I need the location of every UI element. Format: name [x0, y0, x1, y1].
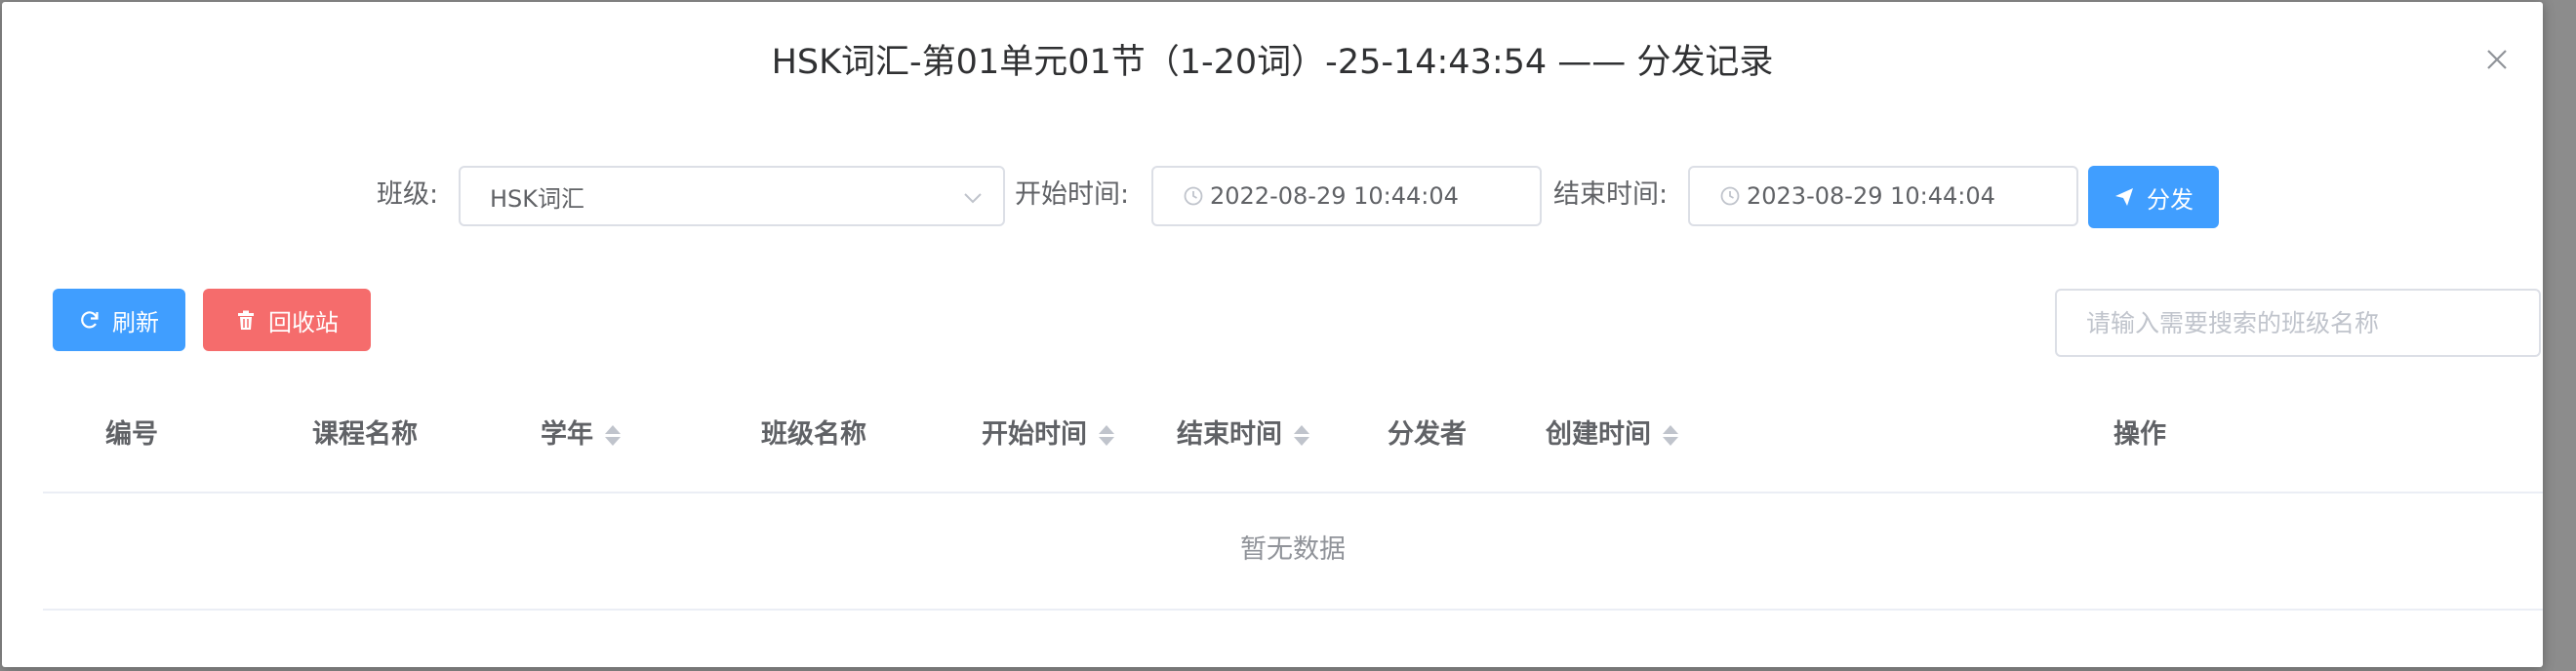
- clock-icon: [1720, 186, 1740, 206]
- refresh-button-label: 刷新: [112, 308, 159, 336]
- start-time-value: 2022-08-29 10:44:04: [1210, 182, 1459, 210]
- sort-caret-icon[interactable]: [1099, 424, 1114, 446]
- distribute-button[interactable]: 分发: [2088, 166, 2219, 228]
- class-select-value: HSK词汇: [490, 184, 585, 213]
- distribute-button-label: 分发: [2147, 185, 2194, 214]
- trash-icon: [238, 310, 254, 330]
- column-header-course-name: 课程名称: [312, 419, 418, 450]
- column-header-id: 编号: [105, 419, 158, 450]
- start-time-picker[interactable]: 2022-08-29 10:44:04: [1151, 166, 1542, 226]
- sort-caret-icon[interactable]: [1663, 424, 1678, 446]
- close-icon[interactable]: [2482, 45, 2512, 74]
- sort-caret-icon[interactable]: [605, 424, 621, 446]
- recycle-bin-button-label: 回收站: [268, 308, 339, 336]
- column-header-start-time[interactable]: 开始时间: [982, 415, 1114, 454]
- class-label: 班级:: [377, 179, 439, 210]
- empty-state-text: 暂无数据: [1240, 534, 1346, 565]
- column-header-distributor: 分发者: [1388, 419, 1467, 450]
- class-select[interactable]: HSK词汇: [459, 166, 1005, 226]
- table-header-divider: [43, 492, 2543, 493]
- distribution-dialog: HSK词汇-第01单元01节（1-20词）-25-14:43:54 —— 分发记…: [2, 2, 2543, 667]
- recycle-bin-button[interactable]: 回收站: [203, 289, 371, 351]
- column-header-class-name: 班级名称: [761, 419, 866, 450]
- end-time-label: 结束时间:: [1553, 179, 1669, 210]
- table-bottom-divider: [43, 609, 2543, 611]
- chevron-down-icon: [964, 193, 982, 204]
- refresh-icon: [81, 311, 99, 329]
- start-time-label: 开始时间:: [1015, 179, 1130, 210]
- send-icon: [2115, 188, 2133, 206]
- refresh-button[interactable]: 刷新: [53, 289, 185, 351]
- sort-caret-icon[interactable]: [1294, 424, 1309, 446]
- clock-icon: [1184, 186, 1203, 206]
- end-time-picker[interactable]: 2023-08-29 10:44:04: [1688, 166, 2078, 226]
- column-header-actions: 操作: [2113, 419, 2166, 450]
- column-header-end-time[interactable]: 结束时间: [1177, 415, 1309, 454]
- end-time-value: 2023-08-29 10:44:04: [1747, 182, 1995, 210]
- dialog-title: HSK词汇-第01单元01节（1-20词）-25-14:43:54 —— 分发记…: [771, 43, 1774, 82]
- column-header-school-year[interactable]: 学年: [541, 415, 621, 454]
- column-header-created-time[interactable]: 创建时间: [1546, 415, 1678, 454]
- class-search-input[interactable]: [2055, 289, 2541, 357]
